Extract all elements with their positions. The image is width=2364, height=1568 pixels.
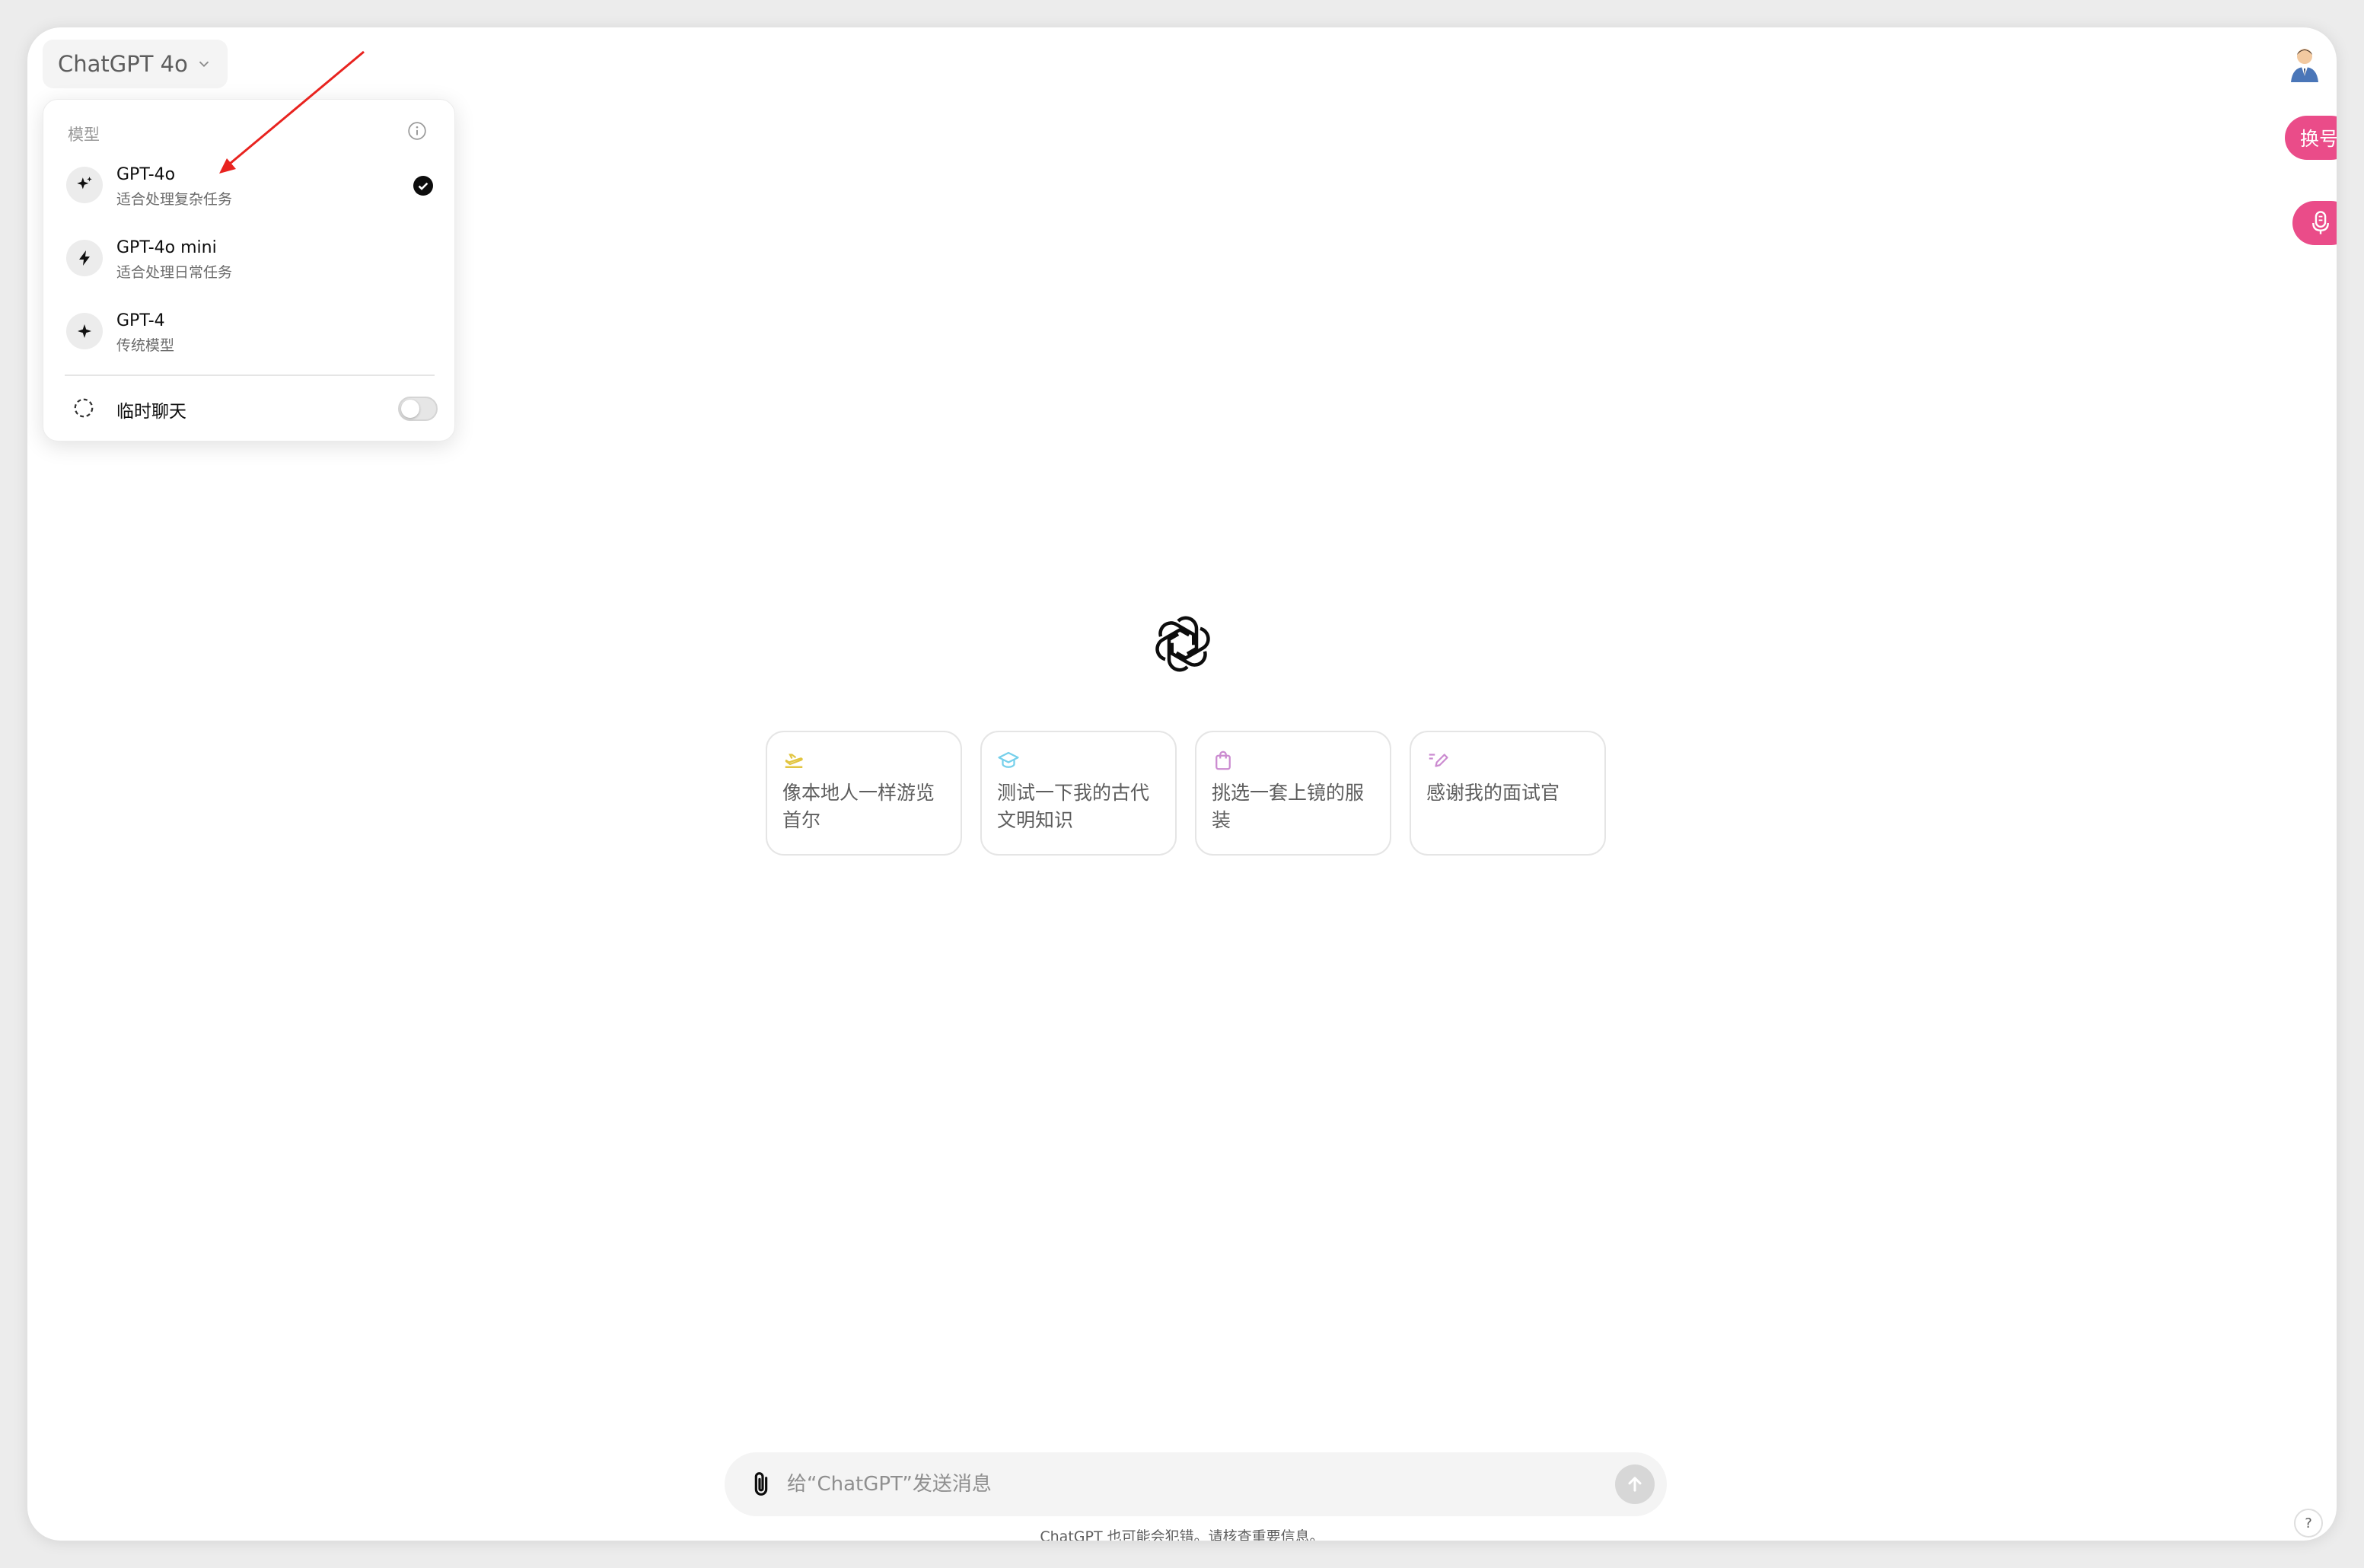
model-name: GPT-4o mini: [116, 238, 217, 257]
temporary-chat-row[interactable]: 临时聊天: [56, 381, 444, 435]
model-description: 适合处理复杂任务: [116, 191, 233, 208]
suggestion-text: 像本地人一样游览首尔: [782, 782, 935, 831]
lightning-icon: [66, 240, 103, 276]
arrow-up-icon: [1628, 1477, 1642, 1492]
user-avatar-icon[interactable]: [2285, 44, 2324, 84]
paperclip-icon[interactable]: [746, 1469, 776, 1499]
info-icon[interactable]: [407, 121, 427, 141]
disclaimer-text: ChatGPT 也可能会犯错。请核查重要信息。: [1040, 1528, 1324, 1541]
graduation-cap-icon: [998, 751, 1019, 768]
airplane-icon: [785, 754, 803, 768]
model-name: GPT-4: [116, 311, 165, 330]
app-window: ChatGPT 4o 模型 GPT-4o 适合处理复杂任务 GPT-4o min…: [27, 27, 2337, 1541]
model-description: 传统模型: [116, 337, 175, 354]
model-description: 适合处理日常任务: [116, 264, 233, 281]
suggestion-cards: 像本地人一样游览首尔 测试一下我的古代文明知识 挑选一套上镜的服装 感谢我的面试…: [766, 731, 1606, 856]
model-name: GPT-4o: [116, 165, 176, 184]
sparkle-icon: [66, 313, 103, 349]
temporary-chat-label: 临时聊天: [116, 402, 186, 422]
suggestion-text: 挑选一套上镜的服装: [1212, 782, 1365, 831]
message-composer: [725, 1452, 1667, 1516]
model-dropdown: 模型 GPT-4o 适合处理复杂任务 GPT-4o mini 适合处理日常任务 …: [43, 99, 455, 441]
dropdown-section-label: 模型: [68, 126, 100, 144]
openai-logo-icon: [1155, 616, 1210, 672]
pen-icon: [1429, 754, 1448, 767]
switch-account-label: 换号: [2300, 128, 2337, 150]
send-button[interactable]: [1615, 1464, 1655, 1504]
suggestion-card[interactable]: 测试一下我的古代文明知识: [980, 731, 1177, 856]
suggestion-text: 感谢我的面试官: [1426, 782, 1560, 804]
voice-button[interactable]: [2292, 201, 2337, 245]
dashed-circle-icon: [74, 398, 94, 418]
model-option-gpt-4o-mini[interactable]: GPT-4o mini 适合处理日常任务: [56, 226, 444, 293]
model-selector-button[interactable]: ChatGPT 4o: [43, 40, 228, 88]
shopping-bag-icon: [1215, 751, 1231, 770]
model-option-gpt-4o[interactable]: GPT-4o 适合处理复杂任务: [56, 153, 444, 220]
sparkles-icon: [66, 167, 103, 203]
chevron-down-icon: [199, 61, 209, 68]
help-label: ?: [2305, 1515, 2312, 1531]
model-option-gpt-4[interactable]: GPT-4 传统模型: [56, 299, 444, 366]
switch-account-button[interactable]: 换号: [2285, 116, 2337, 160]
suggestion-card[interactable]: 感谢我的面试官: [1410, 731, 1606, 856]
microphone-icon: [2312, 211, 2329, 234]
temporary-chat-toggle[interactable]: [398, 397, 438, 421]
checkmark-icon: [413, 176, 433, 196]
message-input[interactable]: [787, 1463, 1594, 1506]
suggestion-card[interactable]: 像本地人一样游览首尔: [766, 731, 962, 856]
help-button[interactable]: ?: [2294, 1509, 2323, 1538]
toggle-knob: [401, 400, 419, 418]
suggestion-text: 测试一下我的古代文明知识: [997, 782, 1150, 831]
suggestion-card[interactable]: 挑选一套上镜的服装: [1195, 731, 1391, 856]
model-selector-label: ChatGPT 4o: [58, 51, 188, 77]
dropdown-divider: [65, 374, 435, 376]
